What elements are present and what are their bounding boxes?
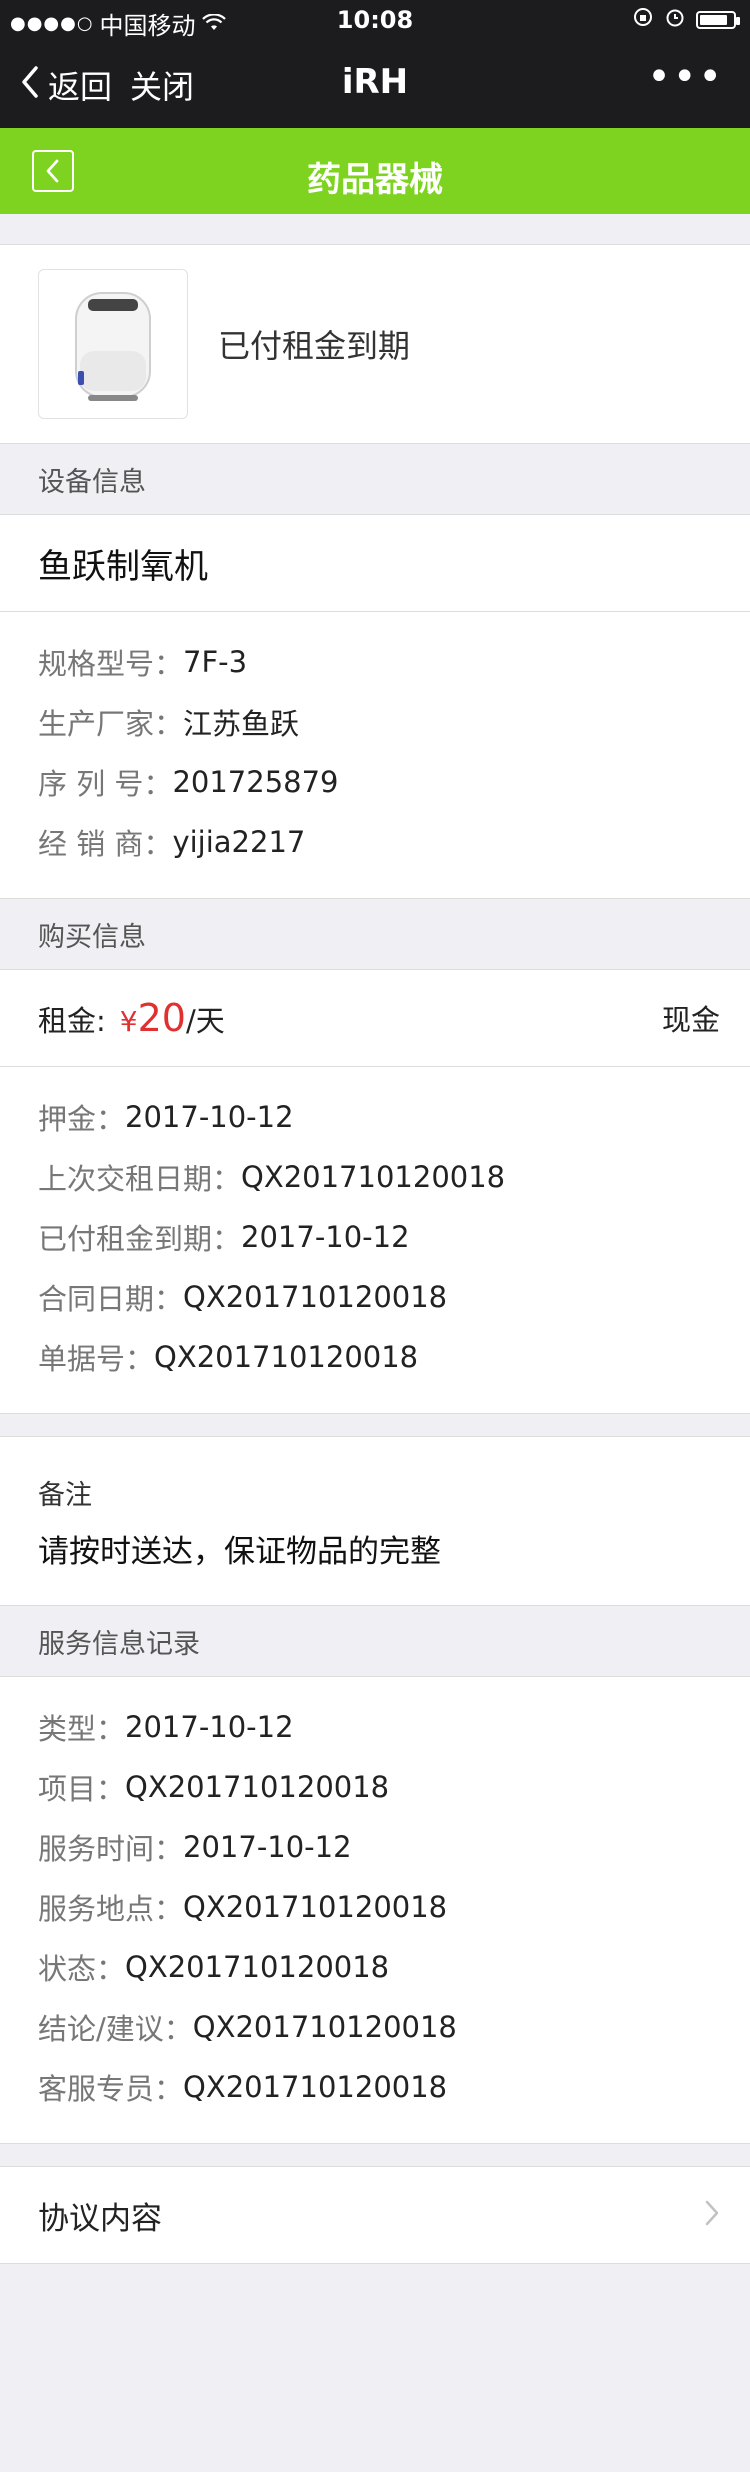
purchase-info-header: 购买信息: [38, 921, 146, 953]
info-row-distributor: 经 销 商： yijia2217: [38, 812, 712, 872]
purchase-info-list: 押金： 2017-10-12 上次交租日期： QX201710120018 已付…: [0, 1067, 750, 1414]
agreement-label: 协议内容: [38, 2200, 162, 2237]
page-header: 药品器械: [0, 128, 750, 214]
info-row-type: 类型： 2017-10-12: [38, 1697, 712, 1757]
info-key: 合同日期：: [38, 1282, 184, 1316]
info-row-manufacturer: 生产厂家： 江苏鱼跃: [38, 692, 712, 752]
more-options-icon[interactable]: •••: [647, 54, 724, 100]
info-key: 上次交租日期：: [38, 1162, 242, 1196]
wechat-nav-bar: 返回 关闭 iRH •••: [0, 40, 750, 128]
orientation-lock-icon: [632, 6, 654, 34]
currency-symbol: ¥: [119, 1005, 138, 1038]
device-info-header: 设备信息: [38, 466, 146, 498]
info-row-conclusion: 结论/建议： QX201710120018: [38, 1997, 712, 2057]
info-value: QX201710120018: [183, 1280, 448, 1314]
info-row-status: 状态： QX201710120018: [38, 1937, 712, 1997]
alarm-icon: [664, 6, 686, 34]
info-key: 生产厂家：: [38, 707, 184, 741]
info-value: 2017-10-12: [125, 1710, 294, 1744]
payment-method: 现金: [661, 1003, 720, 1037]
service-info-header: 服务信息记录: [38, 1628, 200, 1660]
info-value: 201725879: [172, 765, 339, 799]
oxygen-concentrator-image: [38, 269, 188, 419]
info-row-service-time: 服务时间： 2017-10-12: [38, 1817, 712, 1877]
rent-label: 租金:: [38, 1004, 106, 1038]
info-value: QX201710120018: [125, 1770, 390, 1804]
info-value: QX201710120018: [183, 1890, 448, 1924]
rent-row: 租金: ¥ 20 /天 现金: [0, 969, 750, 1067]
info-row-paid-until: 已付租金到期： 2017-10-12: [38, 1207, 712, 1267]
info-key: 规格型号：: [38, 647, 184, 681]
info-key: 单据号：: [38, 1342, 155, 1376]
info-key: 经 销 商：: [38, 827, 173, 861]
info-row-serial: 序 列 号： 201725879: [38, 752, 712, 812]
rent-unit: /天: [185, 1004, 225, 1038]
info-row-item: 项目： QX201710120018: [38, 1757, 712, 1817]
info-value: yijia2217: [172, 825, 306, 859]
info-key: 项目：: [38, 1772, 126, 1806]
info-row-last-payment: 上次交租日期： QX201710120018: [38, 1147, 712, 1207]
service-info-list: 类型： 2017-10-12 项目： QX201710120018 服务时间： …: [0, 1676, 750, 2144]
product-card: 已付租金到期: [0, 244, 750, 444]
rental-status: 已付租金到期: [218, 327, 411, 365]
info-value: 2017-10-12: [183, 1830, 352, 1864]
info-key: 客服专员：: [38, 2072, 184, 2106]
info-row-agent: 客服专员： QX201710120018: [38, 2057, 712, 2117]
info-value: QX201710120018: [183, 2070, 448, 2104]
info-value: 7F-3: [183, 645, 248, 679]
info-value: QX201710120018: [154, 1340, 419, 1374]
info-value: 2017-10-12: [241, 1220, 410, 1254]
rent-price: 租金: ¥ 20 /天: [38, 996, 225, 1040]
remark-text: 请按时送达，保证物品的完整: [38, 1534, 441, 1570]
remark-label: 备注: [38, 1480, 92, 1511]
status-bar-right: [632, 6, 740, 34]
info-key: 押金：: [38, 1102, 126, 1136]
info-row-receipt-number: 单据号： QX201710120018: [38, 1327, 712, 1387]
info-key: 服务地点：: [38, 1892, 184, 1926]
info-value: QX201710120018: [125, 1950, 390, 1984]
battery-fill: [700, 15, 728, 25]
page-title: 药品器械: [307, 160, 443, 200]
info-value: QX201710120018: [192, 2010, 457, 2044]
chevron-right-icon: [704, 2195, 720, 2236]
agreement-link[interactable]: 协议内容: [0, 2166, 750, 2264]
info-key: 类型：: [38, 1712, 126, 1746]
info-row-service-location: 服务地点： QX201710120018: [38, 1877, 712, 1937]
remark-card: 备注 请按时送达，保证物品的完整: [0, 1436, 750, 1606]
info-row-deposit: 押金： 2017-10-12: [38, 1087, 712, 1147]
info-key: 已付租金到期：: [38, 1222, 242, 1256]
app-title: iRH: [341, 62, 409, 102]
info-key: 服务时间：: [38, 1832, 184, 1866]
info-value: 2017-10-12: [125, 1100, 294, 1134]
device-info-list: 规格型号： 7F-3 生产厂家： 江苏鱼跃 序 列 号： 201725879 经…: [0, 612, 750, 899]
info-key: 序 列 号：: [38, 767, 173, 801]
rent-amount: 20: [137, 996, 186, 1040]
battery-icon: [696, 11, 740, 29]
status-bar: ●●●●○ 中国移动 10:08: [0, 0, 750, 40]
info-value: QX201710120018: [241, 1160, 506, 1194]
device-name: 鱼跃制氧机: [0, 514, 750, 612]
info-value: 江苏鱼跃: [183, 707, 300, 741]
info-key: 结论/建议：: [38, 2012, 193, 2046]
info-row-model: 规格型号： 7F-3: [38, 632, 712, 692]
info-key: 状态：: [38, 1952, 126, 1986]
info-row-contract-date: 合同日期： QX201710120018: [38, 1267, 712, 1327]
